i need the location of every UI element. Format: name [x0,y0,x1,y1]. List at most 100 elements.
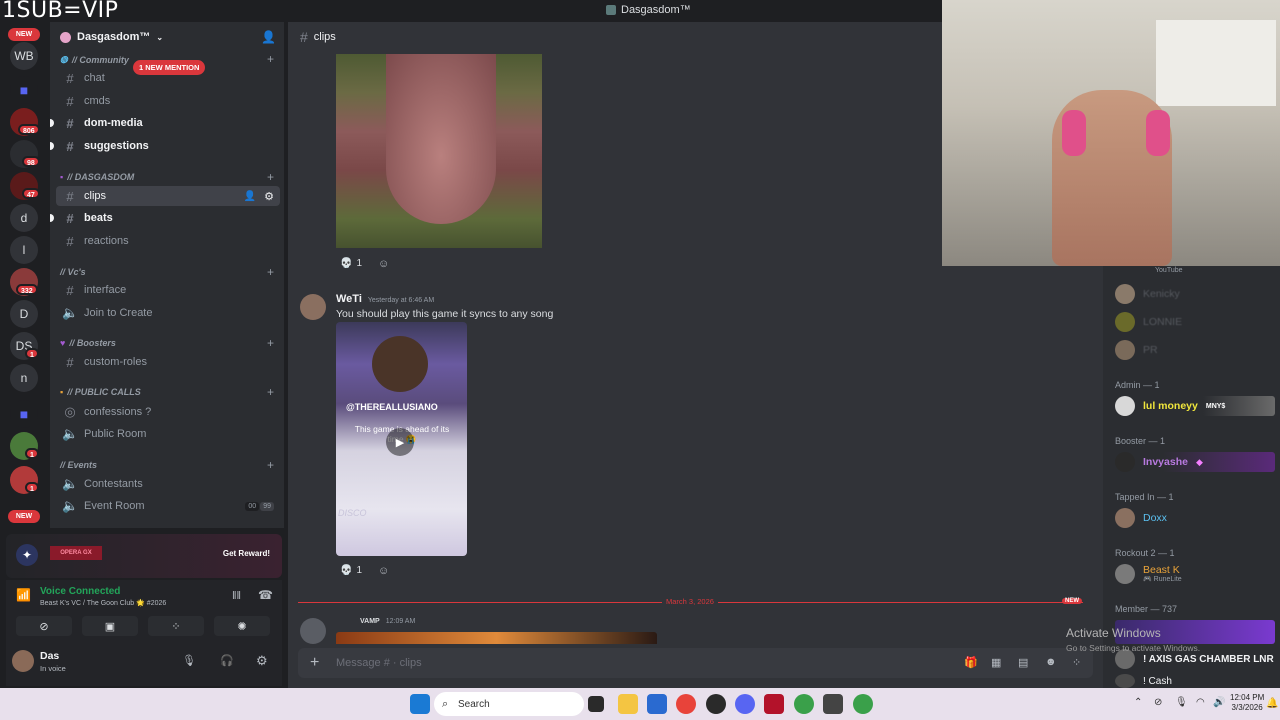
gif-icon[interactable]: ▦ [991,656,1001,669]
start-button[interactable] [410,694,430,714]
chrome-icon[interactable] [853,694,873,714]
add-reaction-icon[interactable]: ☺ [378,258,389,270]
attachment-image[interactable] [336,54,542,248]
server-D[interactable]: D [10,300,38,328]
message-author[interactable]: WeTi [336,293,362,305]
reaction-skull[interactable]: 💀 1 [340,565,362,576]
chrome-icon[interactable] [794,694,814,714]
add-channel-icon[interactable]: + [267,385,274,399]
channel-suggestions[interactable]: # suggestions [50,136,280,156]
get-reward-button[interactable]: Get Reward! [223,549,270,558]
headphones-icon[interactable]: 🎧 [220,654,234,667]
activities-button[interactable]: ⁘ [148,616,204,636]
channel-confessions[interactable]: ◎ confessions ? [56,402,280,422]
add-member-icon[interactable]: 👤 [261,30,276,44]
member-item[interactable]: Doxx [1115,508,1167,528]
invite-icon[interactable]: 👤 [244,191,256,202]
channel-custom-roles[interactable]: # custom-roles [56,352,280,372]
add-channel-icon[interactable]: + [267,458,274,472]
new-unread-pill[interactable]: NEW [8,510,40,523]
add-attachment-icon[interactable]: + [310,654,319,672]
gift-icon[interactable]: 🎁 [964,656,978,669]
task-view-icon[interactable] [588,696,604,712]
category-community[interactable]: ◍// Community [60,54,129,65]
new-mention-pill[interactable]: 1 NEW MENTION [133,60,206,75]
guild-header[interactable]: Dasgasdom™ ⌄ [50,22,284,52]
folder-icon[interactable]: ■ [10,76,38,104]
attachment-image[interactable] [336,632,657,644]
add-channel-icon[interactable]: + [267,170,274,184]
user-name[interactable]: Das [40,650,59,662]
play-icon[interactable]: ▶ [386,428,414,456]
microphone-icon[interactable]: 🎙 [1175,697,1188,708]
add-reaction-icon[interactable]: ☺ [378,565,389,577]
member-item[interactable]: Beast K 🎮 RuneLite [1115,564,1182,585]
camera-off-button[interactable]: ⊘ [16,616,72,636]
folder-icon[interactable]: ■ [10,400,38,428]
channel-clips[interactable]: # clips 👤 ⚙ [56,186,280,206]
channel-event-room[interactable]: 🔈 Event Room 00 99 [56,496,280,516]
screen-share-button[interactable]: ▣ [82,616,138,636]
channel-reactions[interactable]: # reactions [56,231,280,251]
file-explorer-icon[interactable] [618,694,638,714]
app-icon[interactable] [823,694,843,714]
channel-contestants[interactable]: 🔈 Contestants [56,474,280,494]
add-channel-icon[interactable]: + [267,52,274,66]
speaker-icon: 🔈 [62,476,79,491]
avatar[interactable] [300,618,326,644]
user-settings-icon[interactable]: ⚙ [256,653,268,669]
voice-panel: 📶 Voice Connected Beast K's VC / The Goo… [6,580,282,686]
member-item[interactable]: Kenicky [1115,284,1180,304]
category-public-calls[interactable]: ▪// PUBLIC CALLS [60,387,141,397]
adobe-icon[interactable] [764,694,784,714]
clock[interactable]: 12:04 PM 3/3/2026 [1230,693,1264,714]
taskbar-search[interactable]: ⌕ Search [434,692,584,716]
disconnect-icon[interactable]: ☎ [258,588,273,602]
channel-cmds[interactable]: # cmds [56,91,280,111]
avatar[interactable] [12,650,34,672]
member-item[interactable]: ! Cash [1115,674,1172,688]
channel-join-to-create[interactable]: 🔈 Join to Create [56,303,280,323]
avatar[interactable] [300,294,326,320]
server-wb[interactable]: WB [10,42,38,70]
member-item[interactable]: PR [1115,340,1158,360]
activate-windows-subtitle: Go to Settings to activate Windows. [1066,643,1201,653]
video-attachment[interactable]: @THEREALLUSIANO This game is ahead of it… [336,322,467,556]
soundboard-button[interactable]: ✺ [214,616,270,636]
voice-location[interactable]: Beast K's VC / The Goon Club 🌟 #2026 [40,599,166,607]
noise-suppression-icon[interactable]: ǁǁ [232,590,241,602]
channel-interface[interactable]: # interface [56,280,280,300]
server-l[interactable]: l [10,236,38,264]
app-icon[interactable] [706,694,726,714]
member-item[interactable]: Invyashe ◆ [1115,452,1275,472]
add-channel-icon[interactable]: + [267,265,274,279]
network-icon[interactable]: ⊘ [1154,697,1162,708]
channel-public-room[interactable]: 🔈 Public Room [56,424,280,444]
wifi-icon[interactable]: ◠ [1196,697,1205,708]
category-dasgasdom[interactable]: ▪// DASGASDOM [60,172,134,182]
add-channel-icon[interactable]: + [267,336,274,350]
discord-icon[interactable] [735,694,755,714]
reaction-skull[interactable]: 💀 1 [340,258,362,269]
new-unread-pill[interactable]: NEW [8,28,40,41]
sticker-icon[interactable]: ▤ [1018,656,1028,669]
channel-dom-media[interactable]: # dom-media [50,113,280,133]
category-boosters[interactable]: ♥// Boosters [60,338,116,348]
server-d[interactable]: d [10,204,38,232]
server-n[interactable]: n [10,364,38,392]
member-item[interactable]: lul moneyy MNY$ [1115,396,1275,416]
store-icon[interactable] [647,694,667,714]
emoji-icon[interactable]: ☻ [1045,656,1057,668]
member-item[interactable]: LONNIE [1115,312,1182,332]
category-vcs[interactable]: // Vc's [60,267,86,277]
category-events[interactable]: // Events [60,460,97,470]
channel-beats[interactable]: # beats [50,208,280,228]
gear-icon[interactable]: ⚙ [264,190,274,203]
apps-icon[interactable]: ⁘ [1072,656,1081,669]
microphone-icon[interactable]: 🎙 [182,654,196,667]
voice-status[interactable]: Voice Connected [40,586,120,597]
volume-icon[interactable]: 🔊 [1213,697,1225,708]
chrome-icon[interactable] [676,694,696,714]
tray-chevron-icon[interactable]: ⌃ [1134,697,1142,708]
notification-icon[interactable]: 🔔 [1266,698,1278,709]
